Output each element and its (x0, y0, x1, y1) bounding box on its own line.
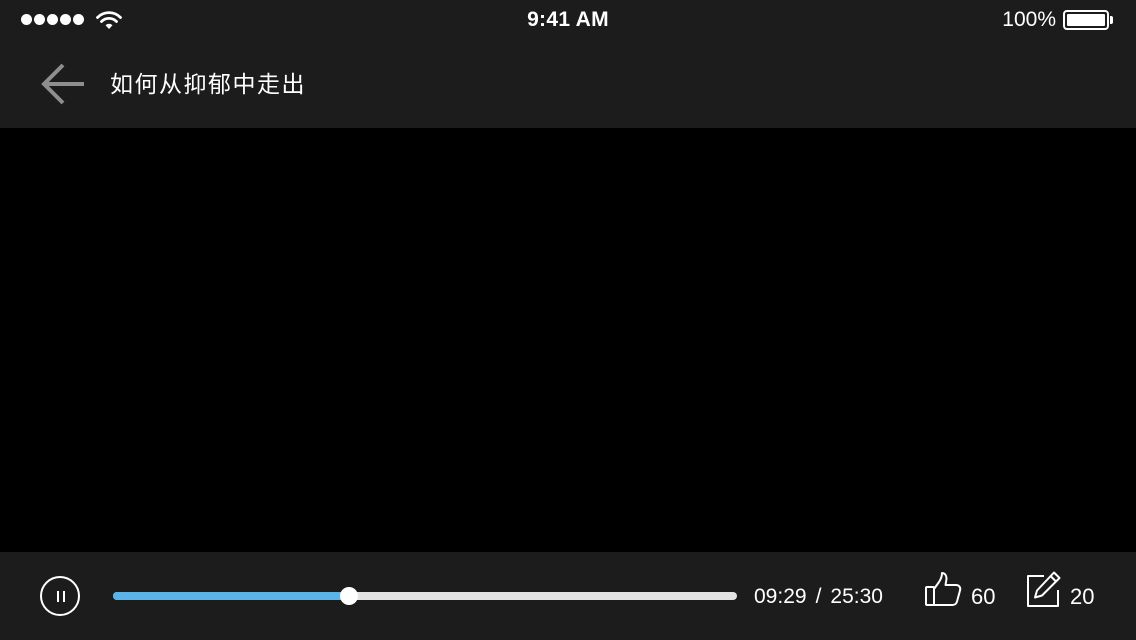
like-button[interactable] (924, 570, 964, 610)
pause-icon (57, 591, 59, 602)
battery-tip (1110, 16, 1113, 24)
arrow-left-icon (41, 63, 84, 105)
progress-played (113, 592, 349, 600)
total-time: 25:30 (830, 585, 883, 608)
status-time: 9:41 AM (527, 8, 609, 31)
progress-handle[interactable] (339, 587, 358, 605)
video-surface[interactable] (0, 128, 1136, 552)
battery-percentage: 100% (1002, 8, 1056, 31)
pause-icon-bar (63, 591, 65, 602)
playback-time: 09:29 / 25:30 (754, 552, 883, 640)
playback-controls: 09:29 / 25:30 60 20 (0, 552, 1136, 640)
progress-slider[interactable] (113, 587, 737, 605)
pencil-edit-icon (1027, 571, 1061, 607)
battery-icon (1063, 10, 1109, 30)
navigation-bar: 如何从抑郁中走出 (0, 40, 1136, 128)
comments-count: 20 (1070, 584, 1095, 609)
video-title: 如何从抑郁中走出 (110, 71, 306, 97)
time-separator: / (815, 585, 822, 608)
likes-count: 60 (971, 584, 996, 609)
back-button[interactable] (38, 59, 88, 109)
video-player-screen: 9:41 AM 100% 如何从抑郁中走出 09:29 / 25:30 60 20 (0, 0, 1136, 640)
current-time: 09:29 (754, 585, 807, 608)
pause-button[interactable] (40, 576, 80, 616)
battery-level-fill (1067, 14, 1105, 26)
comment-button[interactable] (1024, 570, 1064, 610)
status-bar: 9:41 AM 100% (0, 0, 1136, 40)
thumbs-up-icon (925, 572, 962, 606)
